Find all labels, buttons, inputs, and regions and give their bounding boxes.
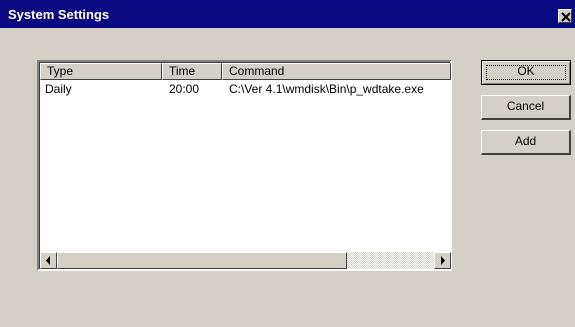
cancel-button-label: Cancel (506, 99, 545, 113)
ok-button[interactable]: OK (481, 60, 571, 85)
cancel-button[interactable]: Cancel (481, 95, 571, 120)
close-button[interactable] (558, 9, 572, 23)
scroll-right-button[interactable] (434, 252, 451, 269)
column-header-time[interactable]: Time (162, 63, 222, 80)
cell-type: Daily (45, 82, 72, 96)
horizontal-scrollbar[interactable] (40, 252, 451, 269)
column-header-type-label: Type (47, 64, 74, 78)
scroll-track[interactable] (347, 252, 434, 269)
cell-time: 20:00 (169, 82, 200, 96)
arrow-left-icon (46, 256, 50, 265)
window-title: System Settings (8, 7, 110, 22)
system-settings-dialog: System Settings Type Time Command Daily … (0, 0, 575, 327)
schedule-list[interactable]: Type Time Command Daily 20:00 C:\Ver 4.1… (37, 60, 452, 271)
arrow-right-icon (441, 256, 445, 265)
list-body: Type Time Command Daily 20:00 C:\Ver 4.1… (39, 62, 451, 269)
title-bar[interactable]: System Settings (0, 0, 575, 28)
focus-rect (486, 65, 566, 80)
column-header-command-label: Command (229, 64, 285, 78)
column-header-type[interactable]: Type (40, 63, 162, 80)
column-header-time-label: Time (169, 64, 196, 78)
add-button-label: Add (514, 134, 537, 148)
column-header-command[interactable]: Command (222, 63, 451, 80)
scroll-thumb[interactable] (57, 252, 347, 269)
add-button[interactable]: Add (481, 130, 571, 155)
close-icon (561, 12, 571, 22)
scroll-left-button[interactable] (40, 252, 57, 269)
cell-command: C:\Ver 4.1\wmdisk\Bin\p_wdtake.exe (229, 82, 424, 96)
